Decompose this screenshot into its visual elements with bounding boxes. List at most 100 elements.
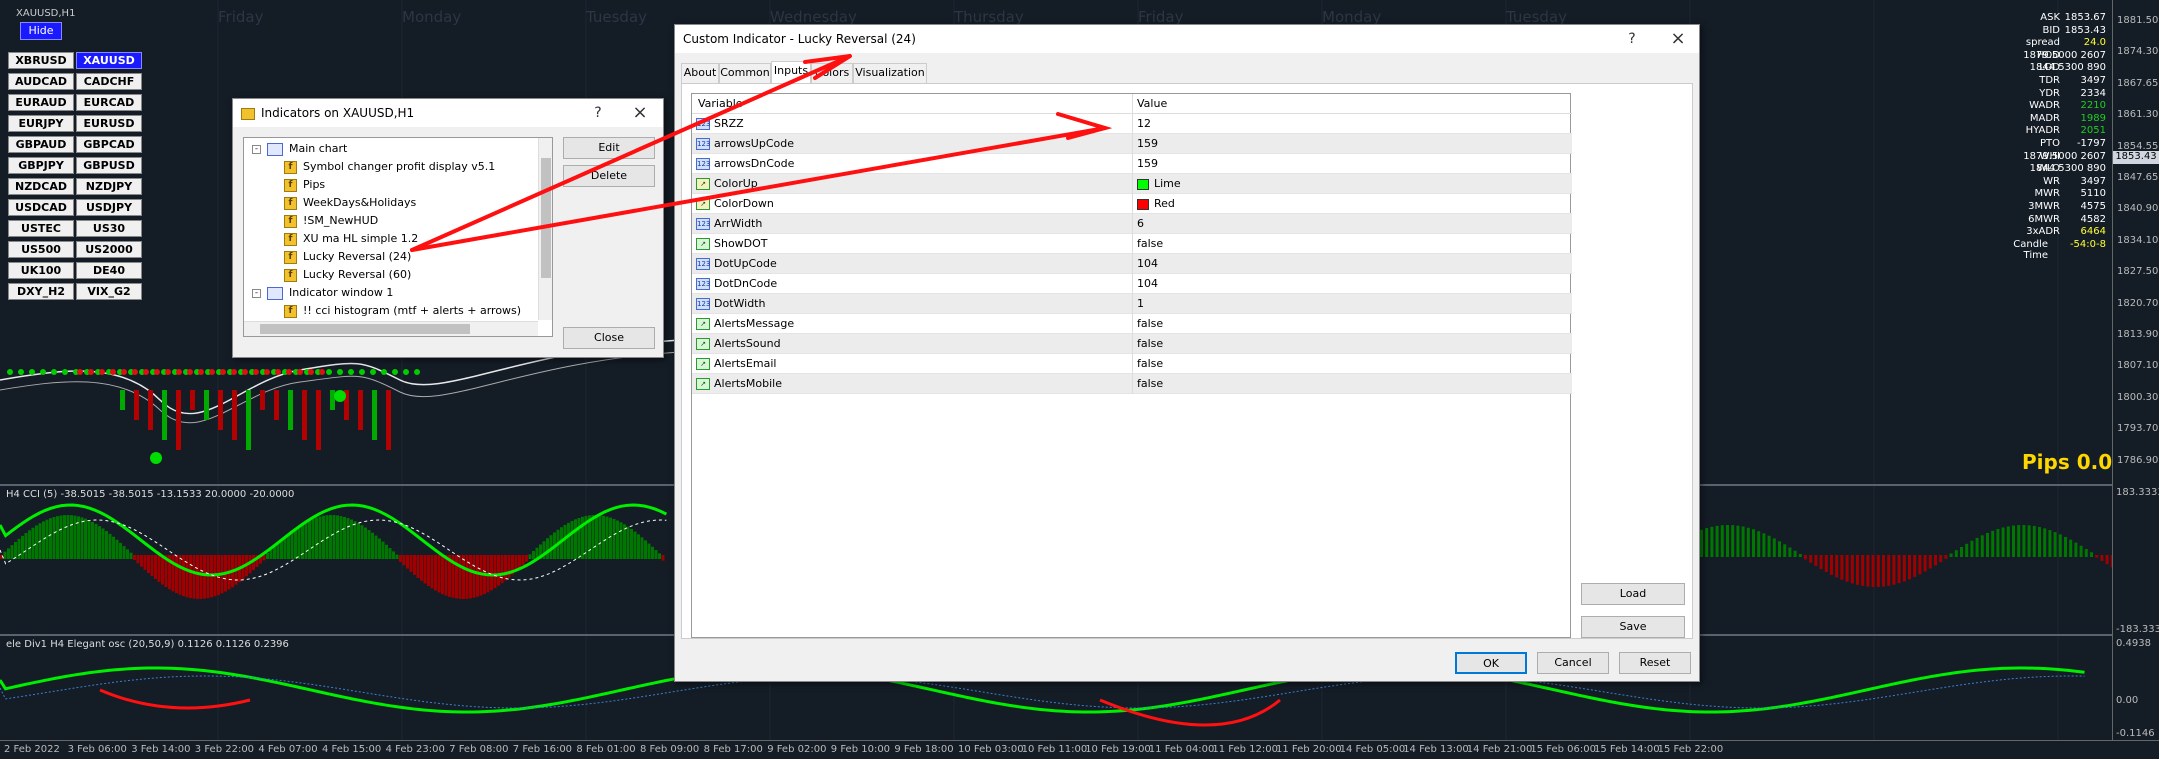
symbol-button-ustec[interactable]: USTEC (8, 220, 74, 237)
symbol-button-gbpaud[interactable]: GBPAUD (8, 136, 74, 153)
tab-inputs[interactable]: Inputs (771, 61, 811, 84)
load-button[interactable]: Load (1581, 583, 1685, 605)
dialog-titlebar[interactable]: Custom Indicator - Lucky Reversal (24) (675, 25, 1699, 53)
input-value[interactable]: 104 (1137, 274, 1158, 294)
cancel-button[interactable]: Cancel (1537, 652, 1609, 674)
symbol-button-dxy_h2[interactable]: DXY_H2 (8, 283, 74, 300)
value-column-header[interactable]: Value (1137, 94, 1167, 114)
input-row[interactable]: ↗ ShowDOT false (692, 234, 1572, 254)
help-icon[interactable]: ? (583, 99, 613, 127)
delete-button[interactable]: Delete (563, 165, 655, 187)
symbol-button-xauusd[interactable]: XAUUSD (76, 52, 142, 69)
tree-indicator-item[interactable]: f Lucky Reversal (60) (284, 266, 411, 284)
cci-histogram-bar (2027, 525, 2031, 557)
symbol-button-audcad[interactable]: AUDCAD (8, 73, 74, 90)
collapse-icon[interactable]: - (252, 144, 261, 154)
scrollbar-thumb[interactable] (260, 324, 470, 334)
input-value[interactable]: 159 (1137, 134, 1158, 154)
input-row[interactable]: 123 DotUpCode 104 (692, 254, 1572, 274)
color-swatch[interactable] (1137, 179, 1149, 190)
symbol-button-nzdjpy[interactable]: NZDJPY (76, 178, 142, 195)
cci-histogram-bar (360, 525, 364, 559)
indicator-icon: f (284, 178, 297, 192)
tab-common[interactable]: Common (719, 63, 771, 83)
tree-group[interactable]: - Main chart (252, 140, 347, 158)
symbol-button-us30[interactable]: US30 (76, 220, 142, 237)
input-row[interactable]: 123 DotDnCode 104 (692, 274, 1572, 294)
close-button[interactable]: Close (563, 327, 655, 349)
reset-button[interactable]: Reset (1619, 652, 1691, 674)
symbol-button-eurusd[interactable]: EURUSD (76, 115, 142, 132)
hide-button[interactable]: Hide (20, 22, 62, 40)
input-row[interactable]: ↗ ColorUp Lime (692, 174, 1572, 194)
tab-visualization[interactable]: Visualization (853, 63, 927, 83)
collapse-icon[interactable]: - (252, 288, 261, 298)
input-value[interactable]: false (1137, 354, 1163, 374)
symbol-button-cadchf[interactable]: CADCHF (76, 73, 142, 90)
tree-indicator-item[interactable]: f !SM_NewHUD (284, 212, 378, 230)
symbol-button-nzdcad[interactable]: NZDCAD (8, 178, 74, 195)
input-row[interactable]: 123 arrowsUpCode 159 (692, 134, 1572, 154)
input-value[interactable]: Lime (1154, 174, 1181, 194)
save-button[interactable]: Save (1581, 616, 1685, 638)
symbol-button-uk100[interactable]: UK100 (8, 262, 74, 279)
color-swatch[interactable] (1137, 199, 1149, 210)
input-value[interactable]: false (1137, 374, 1163, 394)
input-row[interactable]: ↗ AlertsEmail false (692, 354, 1572, 374)
cci-histogram-bar (1700, 529, 1703, 557)
input-value[interactable]: 6 (1137, 214, 1144, 234)
symbol-button-usdjpy[interactable]: USDJPY (76, 199, 142, 216)
tree-indicator-item[interactable]: f Pips (284, 176, 325, 194)
input-value[interactable]: 1 (1137, 294, 1144, 314)
ok-button[interactable]: OK (1455, 652, 1527, 674)
variable-column-header[interactable]: Variable (698, 94, 743, 114)
symbol-button-de40[interactable]: DE40 (76, 262, 142, 279)
input-row[interactable]: 123 ArrWidth 6 (692, 214, 1572, 234)
symbol-button-xbrusd[interactable]: XBRUSD (8, 52, 74, 69)
edit-button[interactable]: Edit (563, 137, 655, 159)
tree-indicator-item[interactable]: f Symbol changer profit display v5.1 (284, 158, 495, 176)
input-row[interactable]: ↗ AlertsMobile false (692, 374, 1572, 394)
symbol-button-eurjpy[interactable]: EURJPY (8, 115, 74, 132)
symbol-button-us2000[interactable]: US2000 (76, 241, 142, 258)
cci-histogram-bar (1996, 528, 2000, 557)
symbol-button-vix_g2[interactable]: VIX_G2 (76, 283, 142, 300)
tab-about[interactable]: About (681, 63, 719, 83)
tree-indicator-item[interactable]: f XU ma HL simple 1.2 (284, 230, 418, 248)
time-axis[interactable]: 2 Feb 2022 3 Feb 06:00 3 Feb 14:00 3 Feb 22… (0, 740, 2159, 759)
input-row[interactable]: ↗ AlertsSound false (692, 334, 1572, 354)
tree-indicator-item[interactable]: f !! cci histogram (mtf + alerts + arrows… (284, 302, 521, 320)
input-value[interactable]: 104 (1137, 254, 1158, 274)
horizontal-scrollbar[interactable] (244, 321, 538, 336)
input-row[interactable]: ↗ AlertsMessage false (692, 314, 1572, 334)
close-icon[interactable]: × (1663, 25, 1693, 53)
input-row[interactable]: 123 DotWidth 1 (692, 294, 1572, 314)
symbol-button-euraud[interactable]: EURAUD (8, 94, 74, 111)
scrollbar-thumb[interactable] (541, 158, 551, 278)
symbol-button-gbpcad[interactable]: GBPCAD (76, 136, 142, 153)
symbol-button-us500[interactable]: US500 (8, 241, 74, 258)
symbol-button-usdcad[interactable]: USDCAD (8, 199, 74, 216)
input-row[interactable]: ↗ ColorDown Red (692, 194, 1572, 214)
input-value[interactable]: Red (1154, 194, 1175, 214)
close-icon[interactable]: × (625, 99, 655, 127)
tree-indicator-item[interactable]: f Lucky Reversal (24) (284, 248, 411, 266)
input-row[interactable]: 123 SRZZ 12 (692, 114, 1572, 134)
input-value[interactable]: false (1137, 234, 1163, 254)
signal-dot (143, 369, 149, 375)
vertical-scrollbar[interactable] (538, 138, 552, 320)
help-icon[interactable]: ? (1617, 25, 1647, 53)
tree-indicator-item[interactable]: f WeekDays&Holidays (284, 194, 416, 212)
tree-group[interactable]: - Indicator window 1 (252, 284, 393, 302)
tab-colors[interactable]: Colors (811, 63, 853, 83)
inputs-grid[interactable]: Variable Value 123 SRZZ 12 123 arrowsUpCode 1… (691, 93, 1572, 638)
input-row[interactable]: 123 arrowsDnCode 159 (692, 154, 1572, 174)
indicators-tree[interactable]: - Main chart f Symbol changer profit displa… (243, 137, 553, 337)
symbol-button-gbpjpy[interactable]: GBPJPY (8, 157, 74, 174)
input-value[interactable]: 159 (1137, 154, 1158, 174)
input-value[interactable]: 12 (1137, 114, 1151, 134)
symbol-button-eurcad[interactable]: EURCAD (76, 94, 142, 111)
input-value[interactable]: false (1137, 314, 1163, 334)
symbol-button-gbpusd[interactable]: GBPUSD (76, 157, 142, 174)
input-value[interactable]: false (1137, 334, 1163, 354)
